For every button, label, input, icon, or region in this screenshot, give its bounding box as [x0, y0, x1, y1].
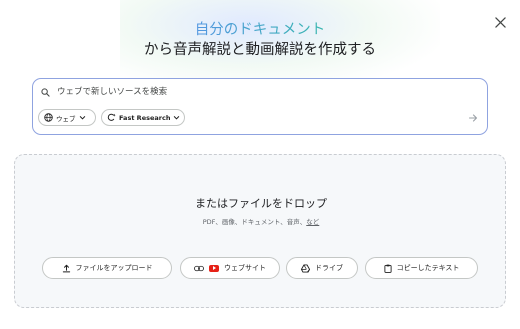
supported-formats: PDF、画像、ドキュメント、音声、など: [15, 216, 507, 226]
drop-zone-title: またはファイルをドロップ: [195, 197, 327, 210]
link-icon: [194, 265, 204, 271]
paste-text-label: コピーしたテキスト: [396, 264, 460, 272]
research-mode-dropdown[interactable]: Fast Research: [101, 109, 185, 126]
source-type-label: ウェブ: [56, 114, 76, 123]
web-search-box: [32, 78, 488, 135]
add-drive-label: ドライブ: [315, 264, 343, 272]
add-drive-button[interactable]: ドライブ: [286, 257, 358, 279]
research-sparkle-icon: [107, 113, 116, 121]
add-website-label: ウェブサイト: [224, 264, 266, 272]
upload-file-button[interactable]: ファイルをアップロード: [42, 257, 172, 279]
submit-search-button[interactable]: [464, 109, 482, 127]
chevron-down-icon: [79, 116, 85, 120]
more-formats-link[interactable]: など: [306, 218, 319, 226]
dialog-title-highlight: 自分のドキュメント: [0, 18, 520, 39]
web-search-input[interactable]: [57, 84, 477, 100]
source-type-dropdown[interactable]: ウェブ: [38, 109, 96, 126]
arrow-right-icon: [468, 114, 478, 122]
supported-formats-text: PDF、画像、ドキュメント、音声、: [202, 218, 307, 226]
upload-file-label: ファイルをアップロード: [75, 264, 153, 272]
add-website-button[interactable]: ウェブサイト: [180, 257, 280, 279]
youtube-icon: [209, 264, 219, 272]
drive-icon: [301, 263, 310, 273]
upload-icon: [62, 264, 70, 272]
paste-text-button[interactable]: コピーしたテキスト: [365, 257, 478, 279]
search-icon: [41, 88, 50, 97]
clipboard-icon: [384, 264, 392, 273]
globe-icon: [44, 113, 53, 122]
file-drop-zone[interactable]: またはファイルをドロップ PDF、画像、ドキュメント、音声、など: [14, 154, 506, 308]
add-sources-dialog: 自分のドキュメント から音声解説と動画解説を作成する ウェブ Fast Rese…: [0, 0, 520, 329]
chevron-down-icon: [174, 116, 180, 120]
research-mode-label: Fast Research: [119, 113, 171, 122]
dialog-title: から音声解説と動画解説を作成する: [144, 42, 376, 58]
